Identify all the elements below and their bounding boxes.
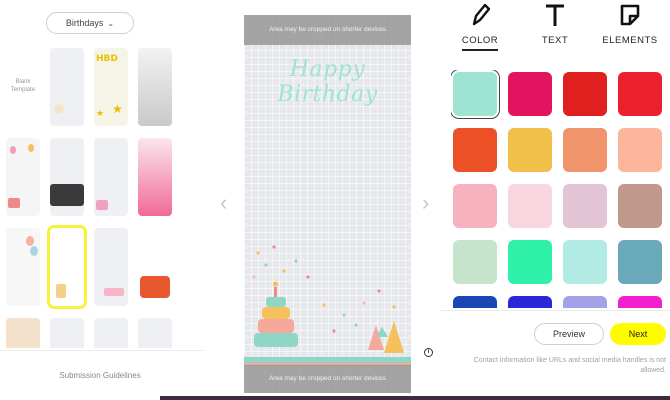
balloon-decoration [28, 144, 34, 152]
chevron-down-icon: ⌄ [107, 18, 115, 28]
balloon-decoration [30, 246, 38, 256]
color-swatch[interactable] [453, 240, 497, 284]
template-thumbnail[interactable] [94, 138, 128, 216]
color-swatch[interactable] [508, 72, 552, 116]
template-thumbnail[interactable] [50, 48, 84, 126]
color-swatch-grid [451, 70, 666, 308]
color-swatch[interactable] [618, 184, 662, 228]
cake-decoration [56, 284, 66, 298]
template-thumbnail[interactable] [6, 318, 40, 348]
category-dropdown-label: Birthdays [65, 18, 104, 28]
taskbar-strip [160, 396, 670, 400]
color-swatch[interactable] [618, 240, 662, 284]
birthday-art [244, 245, 411, 366]
color-swatch[interactable] [563, 72, 607, 116]
crop-notice-bottom: Area may be cropped on shorter devices [244, 365, 411, 393]
tab-color[interactable]: COLOR [450, 0, 510, 51]
template-panel-footer: Submission Guidelines [0, 350, 205, 400]
color-swatch[interactable] [508, 240, 552, 284]
cake-decoration [96, 200, 108, 210]
party-sticker [50, 184, 84, 206]
color-swatch-selected[interactable] [453, 72, 497, 116]
party-sticker [140, 276, 170, 298]
tab-text-label: TEXT [541, 35, 569, 46]
cake-decoration [8, 198, 20, 208]
lens-preview-canvas[interactable]: Area may be cropped on shorter devices H… [244, 15, 411, 393]
submission-guidelines-link[interactable]: Submission Guidelines [0, 371, 200, 380]
color-swatch[interactable] [508, 184, 552, 228]
contact-info-notice: Contact information like URLs and social… [473, 357, 666, 374]
balloon-decoration [26, 236, 34, 246]
color-swatch[interactable] [453, 184, 497, 228]
template-grid: Blank Template HBD ★ ★ [6, 48, 178, 348]
color-swatch[interactable] [618, 296, 662, 308]
preview-button[interactable]: Preview [534, 323, 604, 345]
next-button[interactable]: Next [610, 323, 666, 345]
balloon-decoration [54, 104, 64, 114]
color-swatch[interactable] [563, 128, 607, 172]
sticker-icon [600, 0, 660, 30]
template-thumbnail[interactable] [50, 138, 84, 216]
tab-elements-label: ELEMENTS [602, 35, 658, 46]
category-dropdown[interactable]: Birthdays ⌄ [46, 12, 134, 34]
divider [440, 310, 670, 311]
color-swatch[interactable] [563, 296, 607, 308]
info-icon[interactable]: i [424, 348, 433, 357]
color-swatch[interactable] [618, 128, 662, 172]
template-blank-label: Blank Template [10, 79, 36, 93]
tool-tabs: COLOR TEXT ELEMENTS [440, 0, 670, 60]
template-panel: Birthdays ⌄ Blank Template HBD ★ ★ Submi… [0, 0, 205, 400]
color-swatch[interactable] [508, 128, 552, 172]
template-thumbnail[interactable] [6, 228, 40, 306]
color-swatch[interactable] [453, 296, 497, 308]
template-thumbnail[interactable] [94, 318, 128, 348]
template-blank[interactable]: Blank Template [6, 48, 40, 126]
color-swatch[interactable] [453, 128, 497, 172]
template-thumbnail[interactable] [138, 48, 172, 126]
color-swatch[interactable] [563, 184, 607, 228]
color-swatch[interactable] [508, 296, 552, 308]
template-thumbnail[interactable] [50, 318, 84, 348]
tab-text[interactable]: TEXT [525, 0, 585, 48]
star-icon: ★ [96, 108, 105, 118]
text-t-icon [525, 0, 585, 30]
template-thumbnail[interactable] [94, 228, 128, 306]
next-arrow-icon[interactable]: › [422, 190, 429, 216]
previous-arrow-icon[interactable]: ‹ [220, 190, 227, 216]
party-hat-decoration [368, 321, 404, 353]
tab-elements[interactable]: ELEMENTS [600, 0, 660, 48]
template-thumbnail-selected[interactable] [47, 225, 87, 309]
tab-color-label: COLOR [461, 35, 499, 51]
balloon-decoration [10, 146, 16, 154]
hbd-sticker: HBD [96, 54, 118, 64]
cake-decoration [104, 288, 124, 296]
color-swatch[interactable] [618, 72, 662, 116]
template-thumbnail[interactable] [138, 138, 172, 216]
cake-illustration [254, 281, 298, 347]
template-thumbnail[interactable] [6, 138, 40, 216]
color-swatch[interactable] [563, 240, 607, 284]
template-thumbnail[interactable] [138, 228, 172, 306]
star-icon: ★ [112, 102, 123, 116]
template-thumbnail[interactable] [138, 318, 172, 348]
template-thumbnail[interactable]: HBD ★ ★ [94, 48, 128, 126]
pencil-icon [450, 0, 510, 30]
